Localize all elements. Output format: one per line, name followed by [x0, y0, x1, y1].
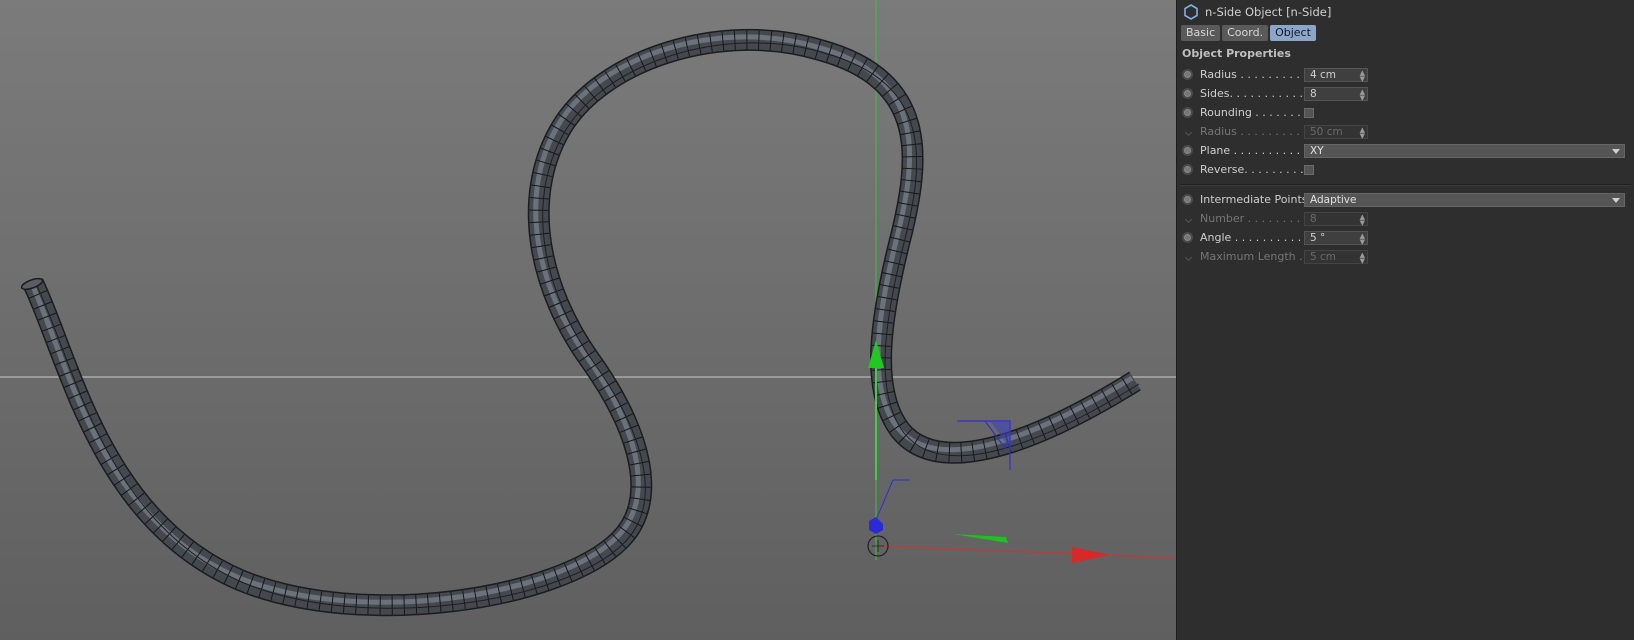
- dropdown-value: Adaptive: [1310, 193, 1357, 206]
- animation-dot-icon[interactable]: [1182, 88, 1193, 99]
- viewport-canvas[interactable]: [0, 0, 1176, 640]
- rounding-checkbox[interactable]: [1304, 107, 1314, 118]
- dropdown-value: XY: [1310, 144, 1324, 157]
- spin-arrows-icon: ▲ ▼: [1359, 250, 1365, 265]
- spin-arrows-icon[interactable]: ▲ ▼: [1360, 232, 1365, 245]
- param-label: Radius . . . . . . . . . .: [1200, 68, 1304, 81]
- n-side-tube[interactable]: [20, 28, 1141, 617]
- param-radius-row: Radius . . . . . . . . . . 4 cm ▲ ▼: [1177, 65, 1634, 84]
- param-sides-row: Sides. . . . . . . . . . . . 8 ▲ ▼: [1177, 84, 1634, 103]
- tab-coord[interactable]: Coord.: [1222, 25, 1269, 41]
- animation-dot-icon[interactable]: [1182, 145, 1193, 156]
- field-value: 50 cm: [1310, 125, 1343, 138]
- param-label: Radius . . . . . . . . . .: [1200, 125, 1304, 138]
- spin-arrows-icon[interactable]: ▲ ▼: [1360, 88, 1365, 101]
- spin-arrows-icon[interactable]: ▲ ▼: [1360, 69, 1365, 82]
- param-label: Sides. . . . . . . . . . . .: [1200, 87, 1304, 100]
- x-axis-handle-icon[interactable]: [1072, 547, 1110, 563]
- maximum-length-field: 5 cm ▲ ▼: [1304, 249, 1368, 265]
- field-value: 5 °: [1310, 231, 1326, 244]
- animation-dot-icon[interactable]: [1182, 164, 1193, 175]
- tab-basic[interactable]: Basic: [1181, 25, 1221, 41]
- object-properties: Radius . . . . . . . . . . 4 cm ▲ ▼ Sides.…: [1177, 65, 1634, 266]
- field-value: 4 cm: [1310, 68, 1337, 81]
- animation-dot-icon[interactable]: [1182, 194, 1193, 205]
- tube-body: [24, 30, 1141, 615]
- param-label: Reverse. . . . . . . . . .: [1200, 163, 1304, 176]
- animation-dot-icon[interactable]: [1182, 69, 1193, 80]
- 3d-viewport[interactable]: [0, 0, 1176, 640]
- animation-dot-icon[interactable]: [1182, 232, 1193, 243]
- xy-plane-handle-icon[interactable]: [953, 534, 1008, 543]
- tube-segment-lines: [24, 30, 1141, 615]
- param-label: Intermediate Points: [1200, 193, 1304, 206]
- tab-bar: Basic Coord. Object: [1177, 25, 1634, 41]
- param-label: Rounding . . . . . . .: [1200, 106, 1301, 119]
- x-axis-line: [877, 545, 1176, 559]
- rounding-radius-field: 50 cm ▲ ▼: [1304, 124, 1368, 140]
- section-title: Object Properties: [1182, 47, 1291, 60]
- param-label: Number . . . . . . . . .: [1200, 212, 1304, 225]
- param-angle-row: Angle . . . . . . . . . . . 5 ° ▲ ▼: [1177, 228, 1634, 247]
- object-header: n-Side Object [n-Side]: [1177, 0, 1634, 24]
- plane-dropdown[interactable]: XY: [1304, 143, 1625, 158]
- tube-edge-line: [36, 42, 1140, 609]
- param-reverse-row: Reverse. . . . . . . . . .: [1177, 160, 1634, 179]
- angle-field[interactable]: 5 ° ▲ ▼: [1304, 230, 1368, 245]
- param-label: Angle . . . . . . . . . . .: [1200, 231, 1304, 244]
- tube-outline: [23, 28, 1141, 617]
- spin-arrows-icon: ▲ ▼: [1359, 125, 1365, 140]
- dropdown-arrow-icon: [1612, 148, 1620, 154]
- param-plane-row: Plane . . . . . . . . . . . XY: [1177, 141, 1634, 160]
- section-divider: [1181, 184, 1631, 186]
- disabled-dot-icon: [1182, 251, 1193, 262]
- z-axis-shaft: [875, 479, 894, 521]
- field-value: 8: [1310, 212, 1317, 225]
- param-rounding-radius-row: Radius . . . . . . . . . . 50 cm ▲ ▼: [1177, 122, 1634, 141]
- param-intermediate-points-row: Intermediate Points Adaptive: [1177, 190, 1634, 209]
- disabled-dot-icon: [1182, 213, 1193, 224]
- param-rounding-row: Rounding . . . . . . .: [1177, 103, 1634, 122]
- animation-dot-icon[interactable]: [1182, 107, 1193, 118]
- n-side-object-icon: [1184, 4, 1198, 20]
- param-label: Plane . . . . . . . . . . .: [1200, 144, 1304, 157]
- attribute-manager: n-Side Object [n-Side] Basic Coord. Obje…: [1176, 0, 1634, 640]
- tube-highlight: [27, 34, 1134, 605]
- dropdown-arrow-icon: [1612, 197, 1620, 203]
- disabled-dot-icon: [1182, 126, 1193, 137]
- object-title: n-Side Object [n-Side]: [1205, 5, 1332, 19]
- gizmo-origin-cross: [872, 540, 884, 552]
- radius-field[interactable]: 4 cm ▲ ▼: [1304, 67, 1368, 82]
- spin-arrows-icon: ▲ ▼: [1359, 212, 1365, 227]
- param-number-row: Number . . . . . . . . . 8 ▲ ▼: [1177, 209, 1634, 228]
- reverse-checkbox[interactable]: [1304, 164, 1314, 175]
- param-maximum-length-row: Maximum Length . 5 cm ▲ ▼: [1177, 247, 1634, 266]
- number-field: 8 ▲ ▼: [1304, 211, 1368, 227]
- tab-object[interactable]: Object: [1270, 25, 1316, 41]
- param-label: Maximum Length .: [1200, 250, 1303, 263]
- field-value: 5 cm: [1310, 250, 1337, 263]
- field-value: 8: [1310, 87, 1317, 100]
- sides-field[interactable]: 8 ▲ ▼: [1304, 86, 1368, 101]
- intermediate-points-dropdown[interactable]: Adaptive: [1304, 192, 1625, 207]
